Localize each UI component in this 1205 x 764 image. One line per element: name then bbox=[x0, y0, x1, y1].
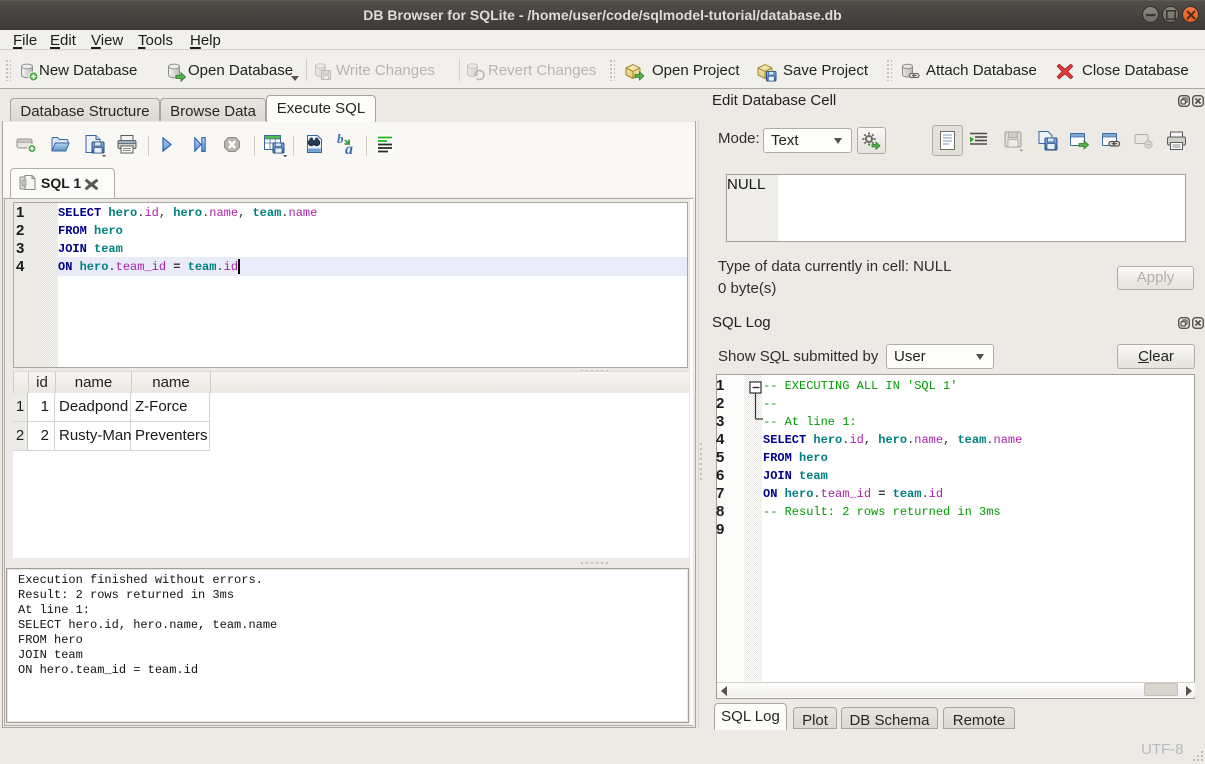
svg-text:b: b bbox=[337, 132, 344, 146]
